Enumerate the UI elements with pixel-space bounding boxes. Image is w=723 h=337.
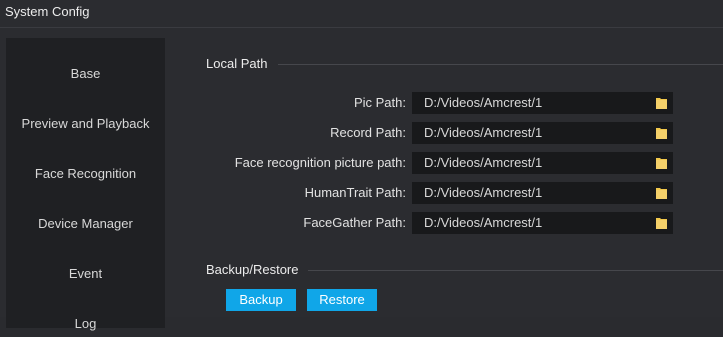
local-path-title: Local Path bbox=[206, 56, 268, 71]
sidebar-item-face-recognition[interactable]: Face Recognition bbox=[6, 161, 165, 187]
humantrait-path-field[interactable] bbox=[412, 182, 673, 204]
window-title: System Config bbox=[5, 4, 90, 19]
facegather-path-label: FaceGather Path: bbox=[303, 215, 406, 230]
facegather-path-row: FaceGather Path: bbox=[192, 212, 406, 234]
humantrait-path-label: HumanTrait Path: bbox=[304, 185, 406, 200]
sidebar-item-event[interactable]: Event bbox=[6, 261, 165, 287]
record-path-field[interactable] bbox=[412, 122, 673, 144]
sidebar-item-preview-and-playback[interactable]: Preview and Playback bbox=[6, 111, 165, 137]
local-path-divider bbox=[278, 64, 723, 65]
folder-icon[interactable] bbox=[654, 122, 670, 144]
title-bar: System Config bbox=[0, 0, 723, 28]
backup-restore-divider bbox=[308, 270, 723, 271]
pic-path-label: Pic Path: bbox=[353, 95, 406, 110]
face-recognition-picture-path-field[interactable] bbox=[412, 152, 673, 174]
folder-icon[interactable] bbox=[654, 212, 670, 234]
folder-icon[interactable] bbox=[654, 152, 670, 174]
face-recognition-picture-path-label: Face recognition picture path: bbox=[234, 155, 406, 170]
sidebar: Base Preview and Playback Face Recogniti… bbox=[6, 38, 165, 331]
sidebar-item-log[interactable]: Log bbox=[6, 311, 165, 337]
main-panel: Local Path Pic Path: Record Path: Face r… bbox=[192, 28, 723, 317]
backup-button[interactable]: Backup bbox=[226, 289, 296, 311]
humantrait-path-row: HumanTrait Path: bbox=[192, 182, 406, 204]
facegather-path-field[interactable] bbox=[412, 212, 673, 234]
record-path-row: Record Path: bbox=[192, 122, 406, 144]
backup-restore-title: Backup/Restore bbox=[206, 262, 299, 277]
pic-path-field[interactable] bbox=[412, 92, 673, 114]
sidebar-item-device-manager[interactable]: Device Manager bbox=[6, 211, 165, 237]
sidebar-item-base[interactable]: Base bbox=[6, 61, 165, 87]
folder-icon[interactable] bbox=[654, 92, 670, 114]
pic-path-row: Pic Path: bbox=[192, 92, 406, 114]
folder-icon[interactable] bbox=[654, 182, 670, 204]
restore-button[interactable]: Restore bbox=[307, 289, 377, 311]
record-path-label: Record Path: bbox=[330, 125, 406, 140]
face-recognition-picture-path-row: Face recognition picture path: bbox=[192, 152, 406, 174]
